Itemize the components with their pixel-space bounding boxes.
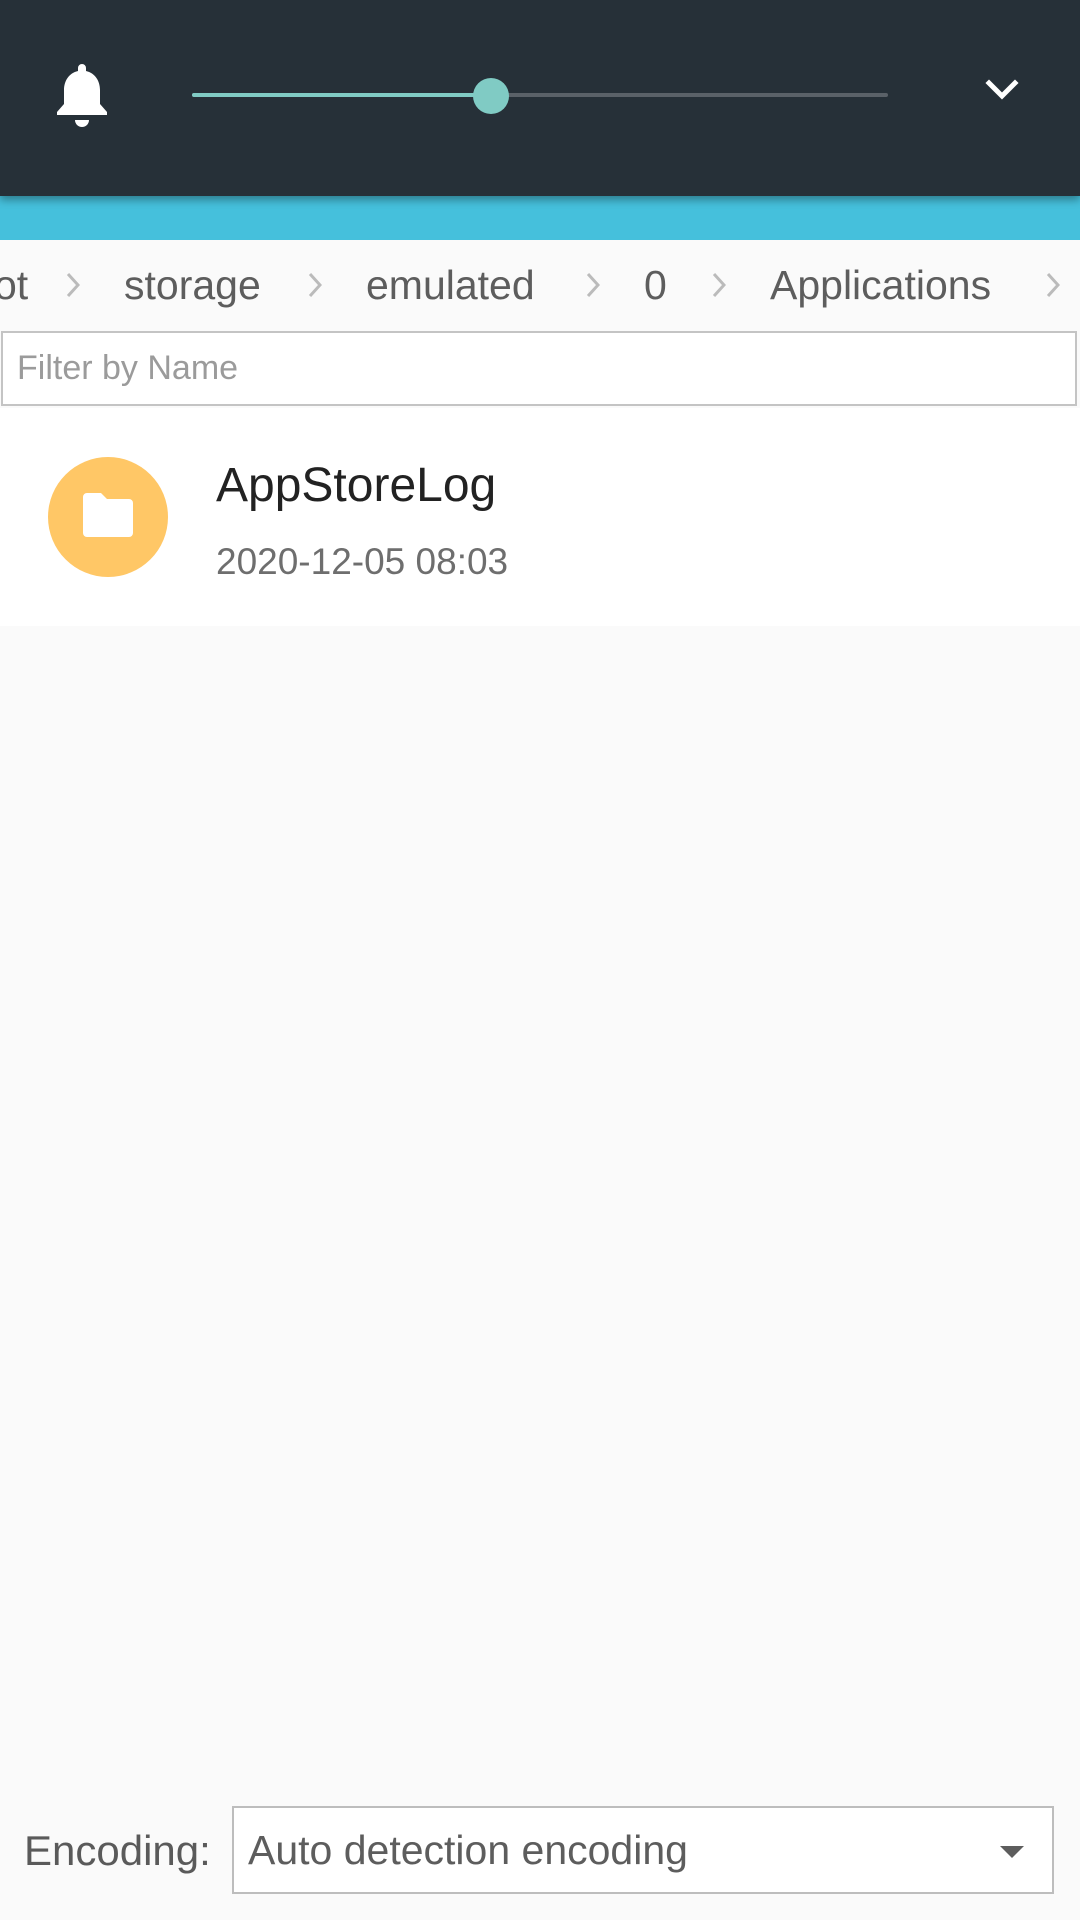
chevron-right-icon [704,240,734,330]
encoding-value: Auto detection encoding [248,1827,688,1873]
volume-slider[interactable] [192,76,888,116]
breadcrumb-item-root[interactable]: ot [0,240,28,330]
chevron-right-icon [58,240,88,330]
encoding-label: Encoding: [24,1827,211,1874]
folder-icon [83,493,133,537]
breadcrumb: ot storage emulated 0 Applications [0,240,1080,330]
encoding-select[interactable]: Auto detection encoding [232,1806,1054,1894]
chevron-right-icon [1038,240,1068,330]
item-date: 2020-12-05 08:03 [216,541,509,582]
expand-button[interactable] [972,66,1032,116]
slider-thumb[interactable] [473,78,510,114]
file-list: AppStoreLog 2020-12-05 08:03 [0,408,1080,626]
bell-icon[interactable] [54,62,110,128]
chevron-down-icon [985,79,1019,100]
breadcrumb-item-applications[interactable]: Applications [770,240,991,330]
item-name: AppStoreLog [216,459,497,512]
file-browser-screen: ot storage emulated 0 Applications Filte… [0,0,1080,1920]
breadcrumb-item-storage[interactable]: storage [124,240,261,330]
chevron-right-icon [578,240,608,330]
filter-input[interactable] [1,331,1077,406]
breadcrumb-item-0[interactable]: 0 [644,240,667,330]
caret-down-icon [1000,1846,1024,1858]
folder-avatar [48,457,168,577]
chevron-right-icon [300,240,330,330]
app-bar [0,196,1080,240]
list-item[interactable]: AppStoreLog 2020-12-05 08:03 [0,408,1080,626]
slider-fill [192,93,492,97]
breadcrumb-item-emulated[interactable]: emulated [366,240,535,330]
volume-panel [0,0,1080,196]
